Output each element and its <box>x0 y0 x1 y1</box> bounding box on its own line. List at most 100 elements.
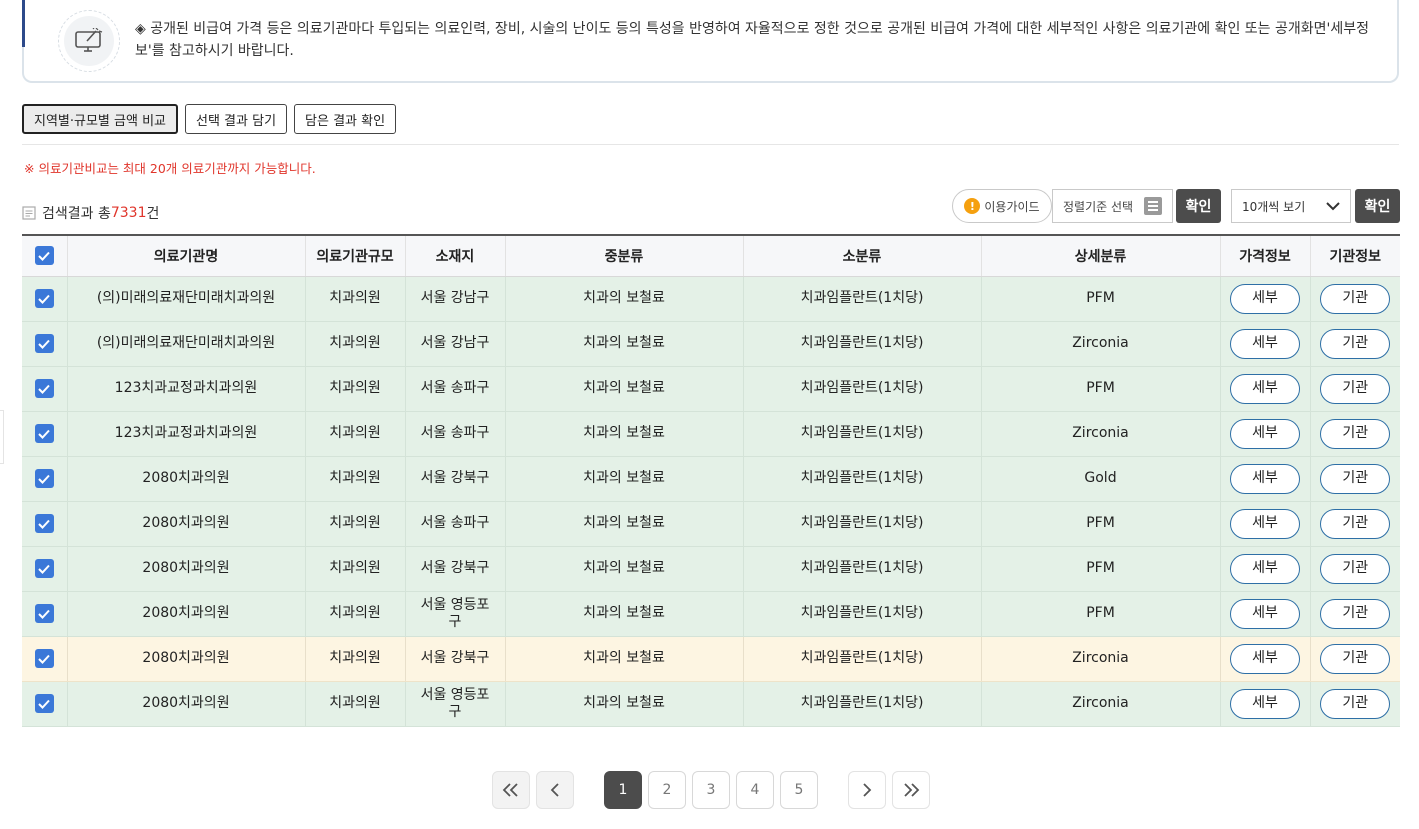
table-row: 2080치과의원 치과의원 서울 강북구 치과의 보철료 치과임플란트(1치당) Zirc… <box>22 636 1400 682</box>
table-row: 2080치과의원 치과의원 서울 송파구 치과의 보철료 치과임플란트(1치당) PFM 세… <box>22 501 1400 547</box>
row-checkbox[interactable] <box>34 424 54 443</box>
institution-info-button[interactable]: 기관 <box>1320 598 1391 629</box>
page-size-select[interactable]: 10개씩 보기 <box>1231 189 1351 223</box>
cell-sub-category: 치과임플란트(1치당) <box>743 276 982 322</box>
price-detail-button[interactable]: 세부 <box>1230 598 1300 629</box>
price-detail-button[interactable]: 세부 <box>1230 463 1300 494</box>
cell-location: 서울 강남구 <box>405 321 506 367</box>
row-checkbox[interactable] <box>34 334 54 353</box>
institution-info-button[interactable]: 기관 <box>1320 373 1391 404</box>
institution-info-button[interactable]: 기관 <box>1320 688 1391 719</box>
row-checkbox[interactable] <box>34 379 54 398</box>
sort-select-button[interactable]: 정렬기준 선택 <box>1052 189 1173 223</box>
save-selection-button[interactable]: 선택 결과 담기 <box>185 104 288 134</box>
prev-page-button[interactable] <box>536 771 574 809</box>
cell-size: 치과의원 <box>305 681 406 727</box>
document-icon <box>22 206 36 220</box>
row-select-cell[interactable] <box>22 411 68 457</box>
side-scroll-tab[interactable] <box>0 410 4 464</box>
cell-location: 서울 강북구 <box>405 546 506 592</box>
notice-text: ◈ 공개된 비급여 가격 등은 의료기관마다 투입되는 의료인력, 장비, 시술… <box>135 21 1370 59</box>
row-select-cell[interactable] <box>22 501 68 547</box>
page-size-confirm-button[interactable]: 확인 <box>1355 189 1400 223</box>
price-detail-button[interactable]: 세부 <box>1230 553 1300 584</box>
price-detail-button[interactable]: 세부 <box>1230 373 1300 404</box>
cell-name: 2080치과의원 <box>67 636 306 682</box>
institution-info-cell: 기관 <box>1310 456 1400 502</box>
row-select-cell[interactable] <box>22 591 68 637</box>
cell-sub-category: 치과임플란트(1치당) <box>743 456 982 502</box>
cell-name: 123치과교정과치과의원 <box>67 366 306 412</box>
cell-size: 치과의원 <box>305 321 406 367</box>
row-checkbox[interactable] <box>34 289 54 308</box>
chevron-right-icon <box>863 783 872 797</box>
col-header-location: 소재지 <box>405 234 506 277</box>
institution-info-button[interactable]: 기관 <box>1320 328 1391 359</box>
row-checkbox[interactable] <box>34 649 54 668</box>
usage-guide-button[interactable]: ! 이용가이드 <box>952 189 1052 223</box>
cell-mid-category: 치과의 보철료 <box>505 456 744 502</box>
cell-detail-category: Zirconia <box>981 636 1221 682</box>
region-size-compare-button[interactable]: 지역별·규모별 금액 비교 <box>22 104 178 134</box>
cell-location: 서울 영등포구 <box>405 591 506 637</box>
price-detail-button[interactable]: 세부 <box>1230 418 1300 449</box>
price-detail-button[interactable]: 세부 <box>1230 688 1300 719</box>
price-detail-button[interactable]: 세부 <box>1230 283 1300 314</box>
row-select-cell[interactable] <box>22 321 68 367</box>
col-header-size: 의료기관규모 <box>305 234 406 277</box>
institution-info-button[interactable]: 기관 <box>1320 643 1391 674</box>
row-select-cell[interactable] <box>22 681 68 727</box>
row-checkbox[interactable] <box>34 514 54 533</box>
row-select-cell[interactable] <box>22 546 68 592</box>
cell-location: 서울 영등포구 <box>405 681 506 727</box>
table-row: 123치과교정과치과의원 치과의원 서울 송파구 치과의 보철료 치과임플란트(1치당)… <box>22 366 1400 412</box>
cell-location: 서울 강북구 <box>405 636 506 682</box>
institution-info-button[interactable]: 기관 <box>1320 283 1391 314</box>
page-5-button[interactable]: 5 <box>780 771 818 809</box>
cell-detail-category: PFM <box>981 366 1221 412</box>
result-prefix: 검색결과 총 <box>42 206 111 222</box>
row-checkbox[interactable] <box>34 559 54 578</box>
page-2-button[interactable]: 2 <box>648 771 686 809</box>
page-4-button[interactable]: 4 <box>736 771 774 809</box>
sort-confirm-button[interactable]: 확인 <box>1176 189 1221 223</box>
price-info-cell: 세부 <box>1220 501 1311 547</box>
price-detail-button[interactable]: 세부 <box>1230 508 1300 539</box>
institution-info-button[interactable]: 기관 <box>1320 418 1391 449</box>
page-3-button[interactable]: 3 <box>692 771 730 809</box>
row-select-cell[interactable] <box>22 456 68 502</box>
table-row: 2080치과의원 치과의원 서울 강북구 치과의 보철료 치과임플란트(1치당) Gold… <box>22 456 1400 502</box>
next-page-button[interactable] <box>848 771 886 809</box>
cell-detail-category: PFM <box>981 276 1221 322</box>
cell-sub-category: 치과임플란트(1치당) <box>743 591 982 637</box>
select-all-checkbox[interactable] <box>34 246 54 266</box>
price-detail-button[interactable]: 세부 <box>1230 643 1300 674</box>
price-detail-button[interactable]: 세부 <box>1230 328 1300 359</box>
row-select-cell[interactable] <box>22 276 68 322</box>
first-page-button[interactable] <box>492 771 530 809</box>
row-checkbox[interactable] <box>34 469 54 488</box>
row-select-cell[interactable] <box>22 636 68 682</box>
price-info-cell: 세부 <box>1220 321 1311 367</box>
cell-mid-category: 치과의 보철료 <box>505 321 744 367</box>
page-1-button[interactable]: 1 <box>604 771 642 809</box>
view-saved-button[interactable]: 담은 결과 확인 <box>294 104 397 134</box>
institution-info-button[interactable]: 기관 <box>1320 508 1391 539</box>
cell-sub-category: 치과임플란트(1치당) <box>743 681 982 727</box>
row-checkbox[interactable] <box>34 604 54 623</box>
double-chevron-right-icon <box>904 783 920 797</box>
row-checkbox[interactable] <box>34 694 54 713</box>
table-row: 2080치과의원 치과의원 서울 영등포구 치과의 보철료 치과임플란트(1치당) PFM… <box>22 591 1400 637</box>
cell-name: 123치과교정과치과의원 <box>67 411 306 457</box>
institution-info-button[interactable]: 기관 <box>1320 463 1391 494</box>
last-page-button[interactable] <box>892 771 930 809</box>
row-select-cell[interactable] <box>22 366 68 412</box>
cell-name: 2080치과의원 <box>67 546 306 592</box>
price-info-cell: 세부 <box>1220 366 1311 412</box>
select-all-cell[interactable] <box>22 234 68 277</box>
institution-info-button[interactable]: 기관 <box>1320 553 1391 584</box>
cell-size: 치과의원 <box>305 276 406 322</box>
price-info-cell: 세부 <box>1220 546 1311 592</box>
chevron-down-icon <box>1326 202 1340 211</box>
price-info-cell: 세부 <box>1220 456 1311 502</box>
